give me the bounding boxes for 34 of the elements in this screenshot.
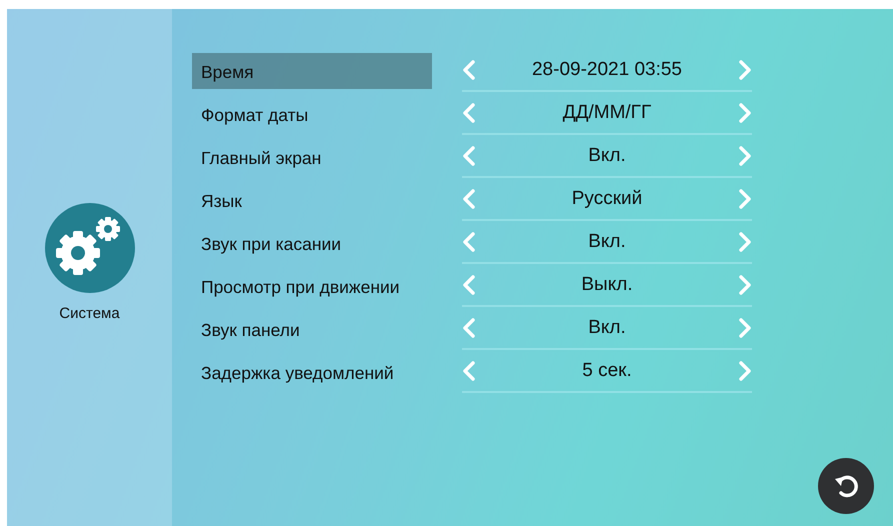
setting-label[interactable]: Язык bbox=[192, 182, 432, 218]
chevron-right-icon[interactable] bbox=[738, 102, 752, 124]
chevron-right-icon[interactable] bbox=[738, 230, 752, 252]
chevron-right-icon[interactable] bbox=[738, 58, 752, 80]
chevron-left-icon[interactable] bbox=[462, 58, 476, 80]
chevron-left-icon[interactable] bbox=[462, 360, 476, 382]
chevron-right-icon[interactable] bbox=[738, 316, 752, 338]
setting-value: 5 сек. bbox=[581, 360, 633, 382]
setting-label[interactable]: Звук при касании bbox=[192, 224, 432, 260]
setting-value: 28-09-2021 03:55 bbox=[530, 58, 683, 80]
setting-label[interactable]: Просмотр при движении bbox=[192, 268, 432, 304]
chevron-right-icon[interactable] bbox=[738, 360, 752, 382]
setting-value: Вкл. bbox=[587, 144, 627, 166]
setting-label[interactable]: Задержка уведомлений bbox=[192, 354, 432, 390]
setting-label[interactable]: Формат даты bbox=[192, 96, 432, 132]
setting-value: ДД/ММ/ГГ bbox=[562, 102, 652, 124]
chevron-left-icon[interactable] bbox=[462, 274, 476, 296]
gears-icon[interactable] bbox=[44, 203, 134, 293]
setting-value: Выкл. bbox=[580, 274, 634, 296]
setting-value: Русский bbox=[570, 188, 644, 210]
setting-value: Вкл. bbox=[587, 316, 627, 338]
chevron-left-icon[interactable] bbox=[462, 144, 476, 166]
chevron-right-icon[interactable] bbox=[738, 274, 752, 296]
chevron-left-icon[interactable] bbox=[462, 102, 476, 124]
setting-label[interactable]: Звук панели bbox=[192, 310, 432, 346]
setting-label[interactable]: Время bbox=[192, 52, 432, 88]
setting-value: Вкл. bbox=[587, 230, 627, 252]
sidebar-label[interactable]: Система bbox=[59, 305, 120, 322]
chevron-left-icon[interactable] bbox=[462, 316, 476, 338]
chevron-right-icon[interactable] bbox=[738, 144, 752, 166]
chevron-right-icon[interactable] bbox=[738, 188, 752, 210]
chevron-left-icon[interactable] bbox=[462, 230, 476, 252]
chevron-left-icon[interactable] bbox=[462, 188, 476, 210]
setting-label[interactable]: Главный экран bbox=[192, 138, 432, 174]
